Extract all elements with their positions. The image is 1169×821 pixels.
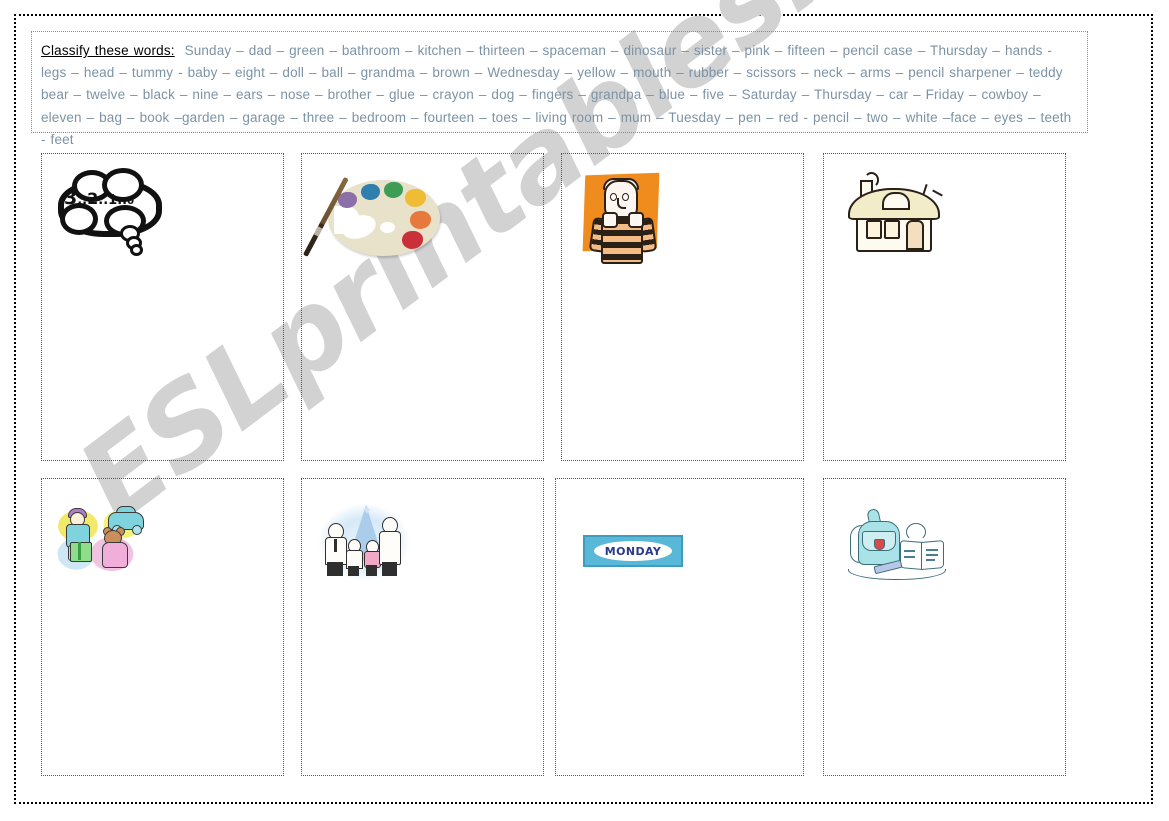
family-icon: ✦ <box>318 503 412 583</box>
school-supplies-icon <box>846 507 950 585</box>
monday-label: MONDAY <box>604 544 662 558</box>
category-box-toys[interactable] <box>41 478 284 776</box>
category-box-body-parts[interactable] <box>561 153 804 461</box>
category-box-colours[interactable] <box>301 153 544 461</box>
thought-bubble-countdown-icon: 3..2..1..0 <box>58 168 162 256</box>
category-box-family[interactable]: ✦ <box>301 478 544 776</box>
house-icon <box>846 172 943 252</box>
person-figure-icon <box>582 172 662 264</box>
instruction-label: Classify these words: <box>41 43 175 58</box>
toys-icon <box>54 502 150 576</box>
paint-palette-icon <box>302 176 444 262</box>
category-box-rooms[interactable] <box>823 153 1066 461</box>
word-list: Sunday – dad – green – bathroom – kitche… <box>41 43 1072 147</box>
monday-card-icon: MONDAY <box>583 535 683 567</box>
instruction-box: Classify these words: Sunday – dad – gre… <box>31 31 1088 147</box>
instruction-line: Classify these words: Sunday – dad – gre… <box>41 40 1078 151</box>
countdown-text: 3..2..1..0 <box>64 187 135 209</box>
category-box-school-objects[interactable] <box>823 478 1066 776</box>
category-box-days-of-the-week[interactable]: MONDAY <box>555 478 804 776</box>
category-box-numbers[interactable]: 3..2..1..0 <box>41 153 284 461</box>
